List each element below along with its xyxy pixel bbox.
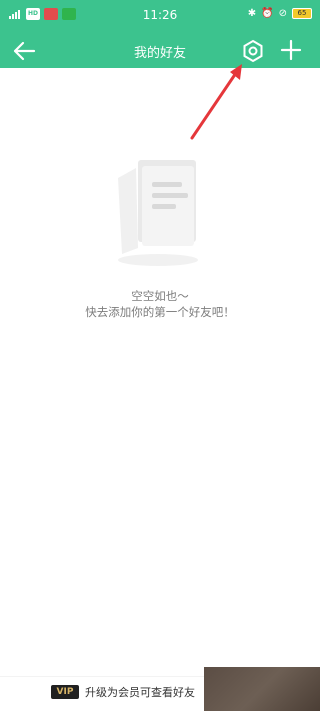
empty-state-title: 空空如也～ [131,289,189,303]
bluetooth-icon: ✱ [247,8,257,19]
mute-icon: ⊘ [278,8,287,19]
status-right-icons: ✱ ⏰ ⊘ 65 [248,8,312,19]
page-title: 我的好友 [133,46,186,61]
status-bar: HD 11:26 ✱ ⏰ ⊘ 65 [0,0,320,34]
alarm-icon: ⏰ [261,8,274,19]
corner-image-overlay [204,667,320,711]
add-friend-button[interactable] [280,39,302,61]
empty-state-hint: 快去添加你的第一个好友吧！ [85,305,235,319]
annotation-arrow [190,64,242,140]
plus-icon [280,39,302,61]
battery-indicator: 65 [292,8,312,19]
empty-document-icon [118,160,198,266]
vip-upgrade-text: 升级为会员可查看好友 [85,686,195,699]
vip-badge: VIP [51,685,79,699]
app-header: 我的好友 [0,34,320,68]
